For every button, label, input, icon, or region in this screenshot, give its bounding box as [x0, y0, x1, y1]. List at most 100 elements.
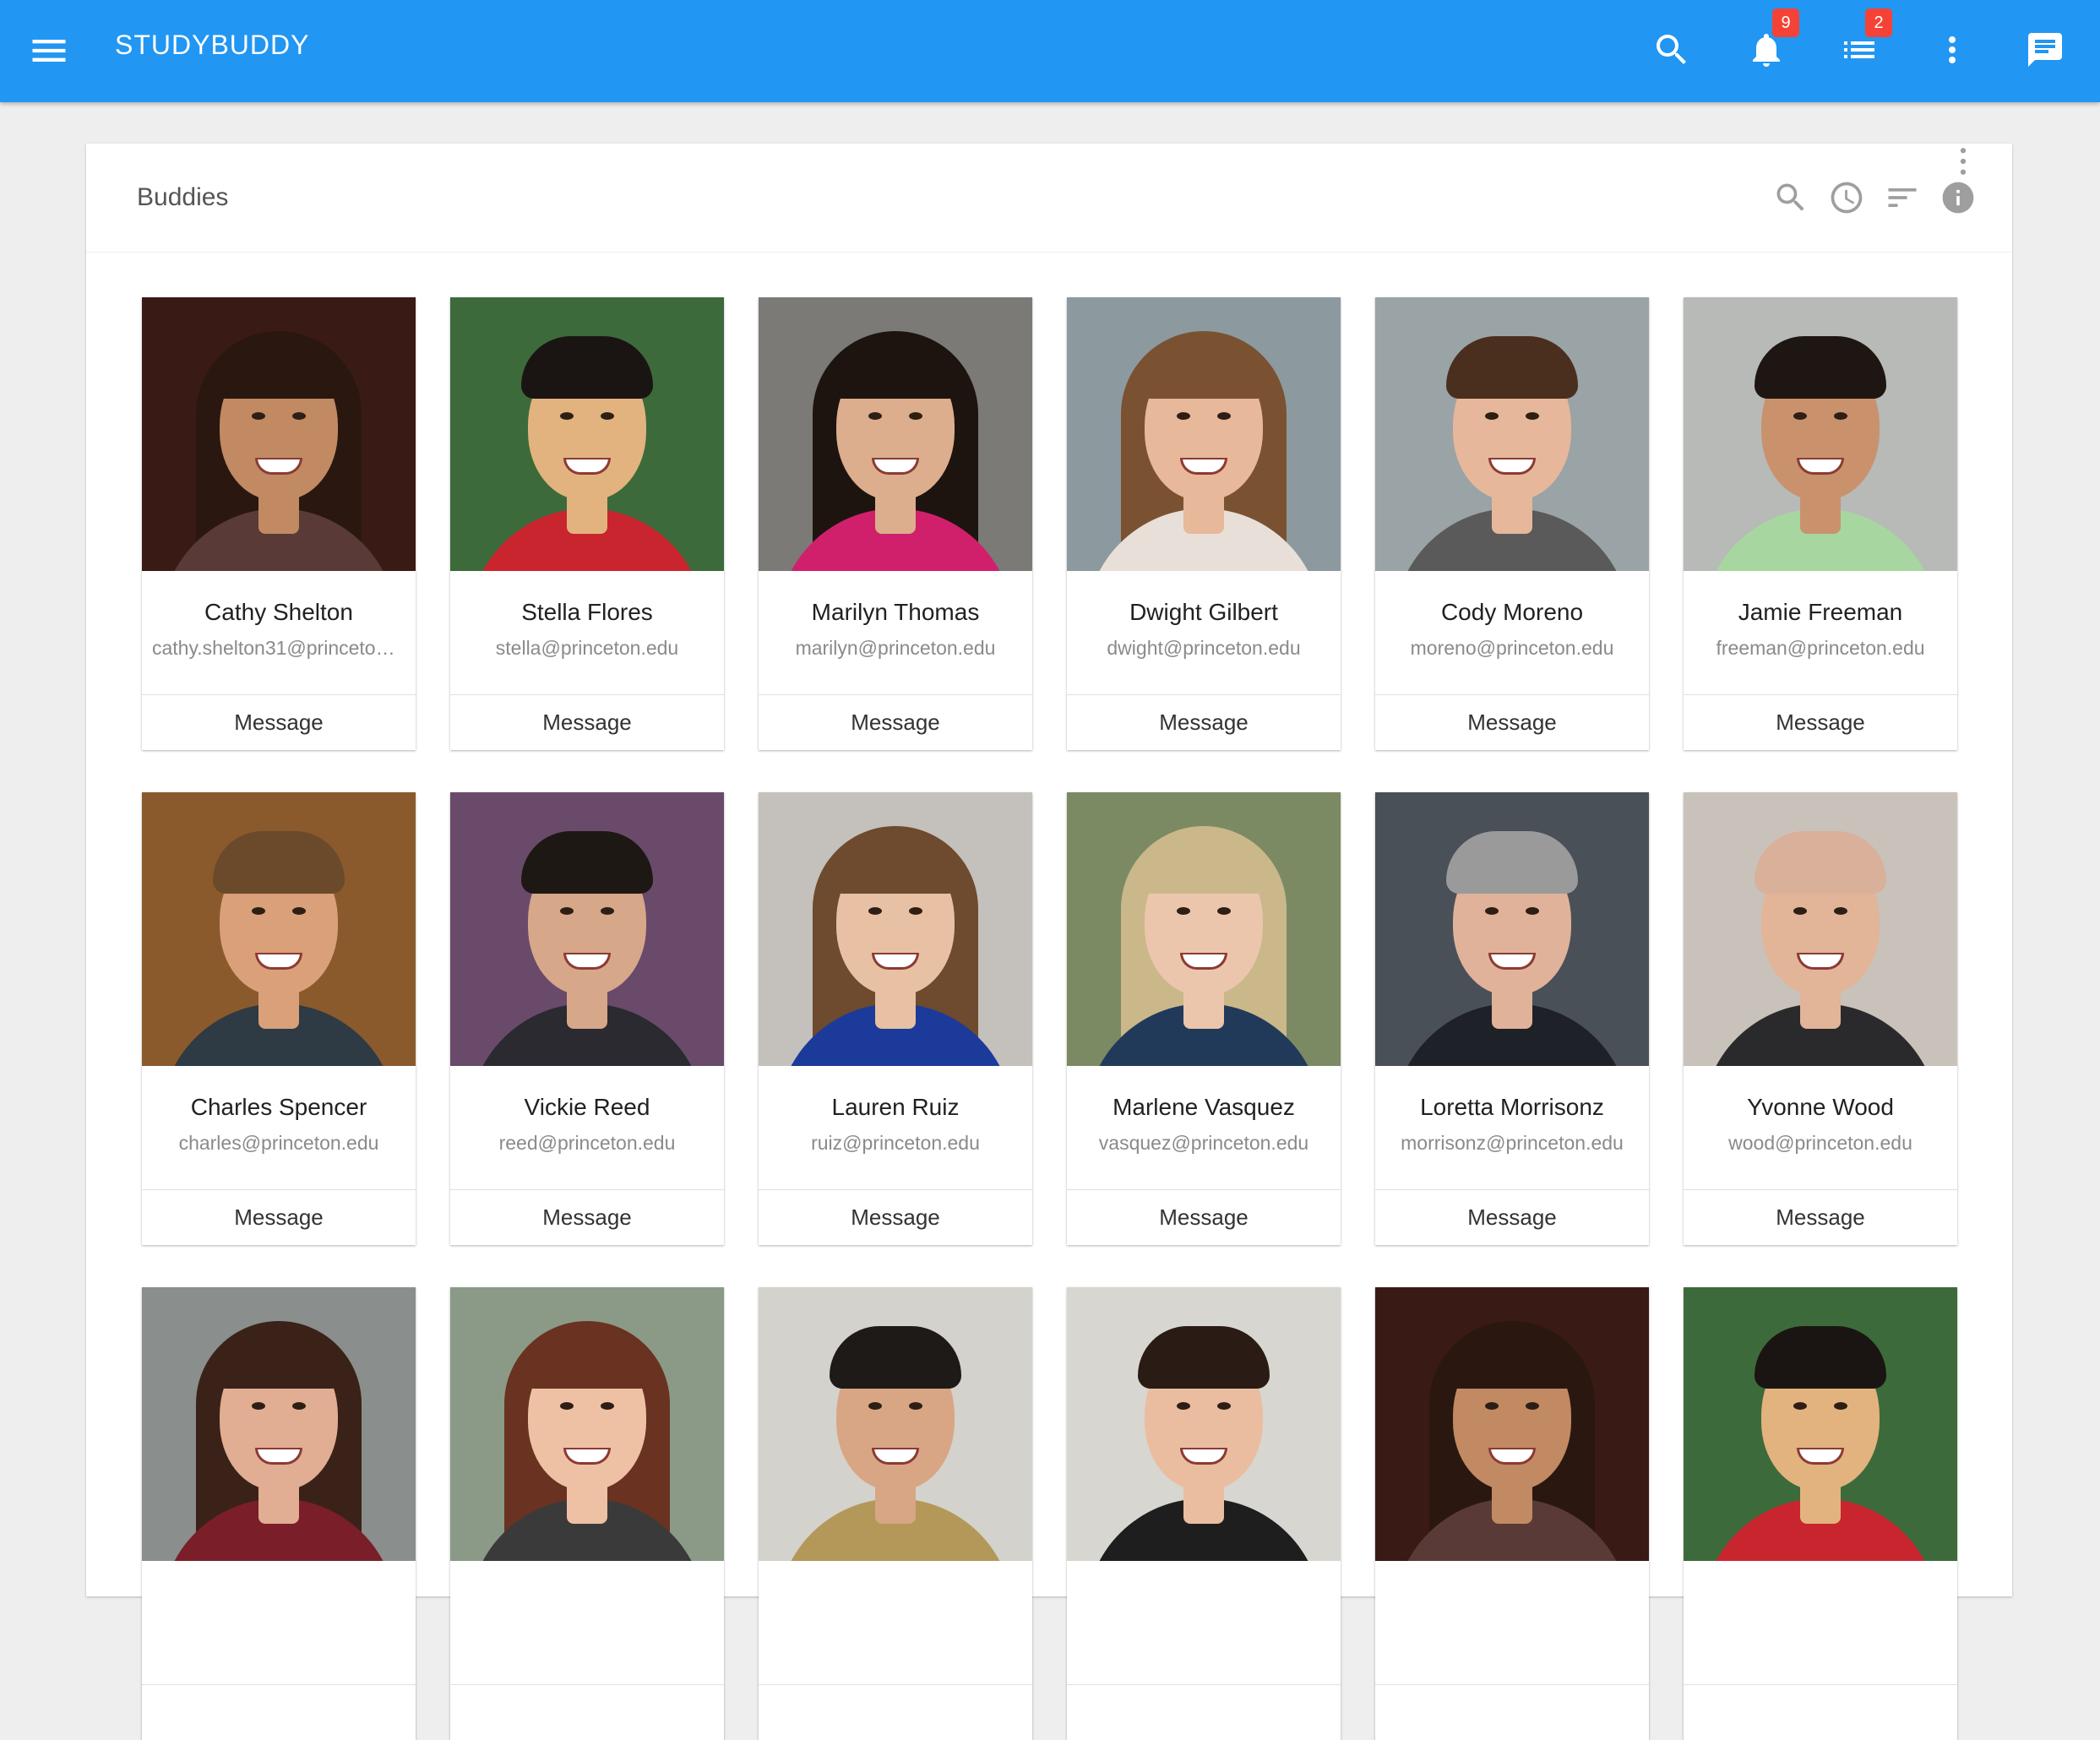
- buddy-card: [1375, 1287, 1649, 1740]
- buddy-email: morrisonz@princeton.edu: [1401, 1132, 1624, 1154]
- buddy-card: [759, 1287, 1032, 1740]
- panel-more-button[interactable]: [1958, 147, 1980, 177]
- buddy-email: dwight@princeton.edu: [1107, 637, 1301, 659]
- buddy-card: Vickie Reed reed@princeton.edu Message: [450, 792, 724, 1245]
- buddy-photo: [759, 297, 1032, 571]
- buddy-name: Lauren Ruiz: [831, 1094, 960, 1120]
- buddy-photo: [759, 1287, 1032, 1561]
- message-button[interactable]: Message: [1067, 694, 1341, 750]
- chat-button[interactable]: [2017, 22, 2073, 78]
- buddy-name: Jamie Freeman: [1738, 599, 1903, 625]
- buddy-email: cathy.shelton31@princeton.edu: [152, 637, 405, 659]
- more-button[interactable]: [1924, 22, 1980, 78]
- search-icon: [1657, 35, 1686, 64]
- notifications-badge: 9: [1772, 8, 1799, 37]
- buddy-card: Marlene Vasquez vasquez@princeton.edu Me…: [1067, 792, 1341, 1245]
- clock-icon: [1831, 182, 1863, 214]
- message-button[interactable]: Message: [1375, 694, 1649, 750]
- message-button[interactable]: [1375, 1684, 1649, 1740]
- buddy-name: Loretta Morrisonz: [1420, 1094, 1604, 1120]
- panel-sort-button[interactable]: [1884, 179, 1921, 216]
- more-vert-icon: [1960, 148, 1967, 175]
- buddy-name: Cody Moreno: [1440, 599, 1584, 625]
- buddy-photo: [142, 1287, 416, 1561]
- buddy-email: vasquez@princeton.edu: [1098, 1132, 1309, 1154]
- buddy-email: freeman@princeton.edu: [1716, 637, 1925, 659]
- buddy-card: [142, 1287, 416, 1740]
- buddy-photo: [1375, 1287, 1649, 1561]
- buddy-photo: [450, 1287, 724, 1561]
- app-bar: STUDYBUDDY 9 2: [0, 0, 2100, 102]
- buddy-photo: [142, 297, 416, 571]
- message-button[interactable]: Message: [759, 1189, 1032, 1245]
- buddy-photo: [450, 297, 724, 571]
- buddy-name: Yvonne Wood: [1747, 1094, 1894, 1120]
- buddy-card: [450, 1287, 724, 1740]
- message-button[interactable]: [1684, 1684, 1957, 1740]
- buddy-photo: [450, 792, 724, 1066]
- message-button[interactable]: [450, 1684, 724, 1740]
- buddy-photo: [1067, 297, 1341, 571]
- buddy-card: Jamie Freeman freeman@princeton.edu Mess…: [1684, 297, 1957, 750]
- buddy-card: Cody Moreno moreno@princeton.edu Message: [1375, 297, 1649, 750]
- menu-icon[interactable]: [27, 29, 71, 73]
- message-button[interactable]: [1067, 1684, 1341, 1740]
- buddy-card: Stella Flores stella@princeton.edu Messa…: [450, 297, 724, 750]
- chat-icon: [2028, 33, 2062, 67]
- buddy-name: Vickie Reed: [524, 1094, 650, 1120]
- sort-icon: [1888, 188, 1917, 207]
- buddy-card: Yvonne Wood wood@princeton.edu Message: [1684, 792, 1957, 1245]
- buddy-card: Charles Spencer charles@princeton.edu Me…: [142, 792, 416, 1245]
- message-button[interactable]: Message: [1684, 694, 1957, 750]
- buddy-name: Cathy Shelton: [204, 599, 353, 625]
- message-button[interactable]: Message: [450, 694, 724, 750]
- tasks-badge: 2: [1865, 8, 1892, 37]
- app-title: STUDYBUDDY: [115, 30, 310, 60]
- buddy-name: Stella Flores: [521, 599, 653, 625]
- buddy-card: Dwight Gilbert dwight@princeton.edu Mess…: [1067, 297, 1341, 750]
- message-button[interactable]: Message: [1684, 1189, 1957, 1245]
- search-button[interactable]: [1644, 22, 1700, 78]
- buddy-name: Charles Spencer: [190, 1094, 367, 1120]
- buddy-photo: [142, 792, 416, 1066]
- buddy-photo: [1067, 1287, 1341, 1561]
- message-button[interactable]: Message: [142, 1189, 416, 1245]
- message-button[interactable]: Message: [759, 694, 1032, 750]
- panel-header: Buddies: [86, 144, 2012, 253]
- buddy-photo: [759, 792, 1032, 1066]
- panel-history-button[interactable]: [1828, 179, 1865, 216]
- buddy-email: charles@princeton.edu: [178, 1132, 379, 1154]
- message-button[interactable]: [142, 1684, 416, 1740]
- buddy-card: Marilyn Thomas marilyn@princeton.edu Mes…: [759, 297, 1032, 750]
- message-button[interactable]: Message: [1067, 1189, 1341, 1245]
- buddies-panel: Buddies Cathy Shelton cathy.shelton31@pr…: [86, 144, 2012, 1740]
- search-icon: [1776, 183, 1804, 211]
- buddy-email: ruiz@princeton.edu: [811, 1132, 980, 1154]
- buddy-name: Dwight Gilbert: [1129, 599, 1278, 625]
- buddy-card: Loretta Morrisonz morrisonz@princeton.ed…: [1375, 792, 1649, 1245]
- panel-info-button[interactable]: [1940, 179, 1977, 216]
- message-button[interactable]: [759, 1684, 1032, 1740]
- buddy-photo: [1684, 297, 1957, 571]
- buddy-email: marilyn@princeton.edu: [795, 637, 996, 659]
- buddy-photo: [1375, 297, 1649, 571]
- buddy-email: moreno@princeton.edu: [1410, 637, 1614, 659]
- buddy-card: Cathy Shelton cathy.shelton31@princeton.…: [142, 297, 416, 750]
- buddy-email: wood@princeton.edu: [1728, 1132, 1912, 1154]
- more-vert-icon: [1949, 36, 1956, 63]
- buddy-card: [1684, 1287, 1957, 1740]
- buddy-photo: [1375, 792, 1649, 1066]
- buddy-name: Marilyn Thomas: [811, 599, 980, 625]
- notifications-button[interactable]: 9: [1738, 8, 1799, 78]
- buddy-name: Marlene Vasquez: [1113, 1094, 1295, 1120]
- panel-title: Buddies: [137, 183, 229, 211]
- buddy-photo: [1684, 1287, 1957, 1561]
- tasks-button[interactable]: 2: [1831, 8, 1892, 78]
- panel-search-button[interactable]: [1772, 179, 1809, 216]
- message-button[interactable]: Message: [450, 1189, 724, 1245]
- info-icon: [1942, 182, 1974, 214]
- message-button[interactable]: Message: [1375, 1189, 1649, 1245]
- message-button[interactable]: Message: [142, 694, 416, 750]
- buddy-card: Lauren Ruiz ruiz@princeton.edu Message: [759, 792, 1032, 1245]
- buddy-card: [1067, 1287, 1341, 1740]
